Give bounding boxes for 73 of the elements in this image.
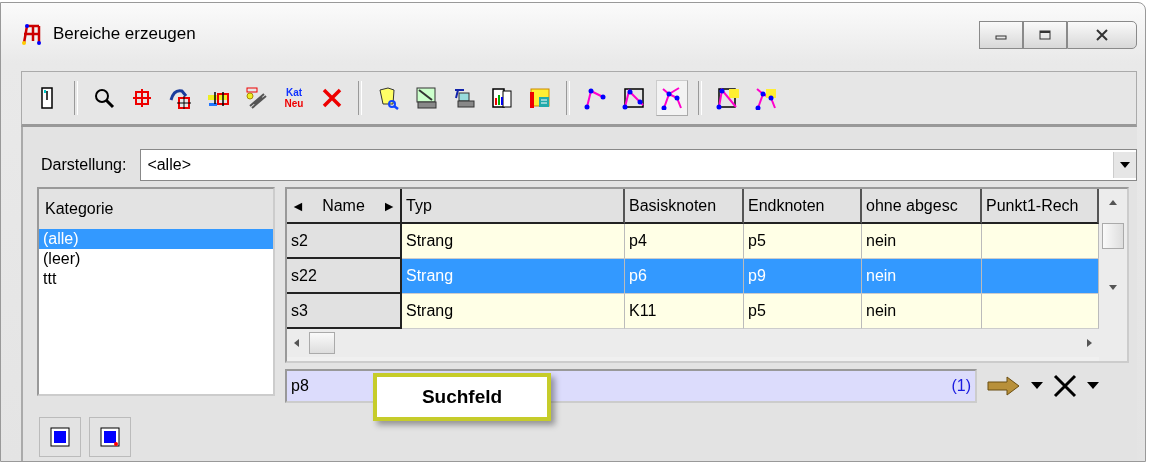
printer-icon <box>414 86 438 110</box>
search-icon <box>92 86 116 110</box>
branch-icon <box>754 86 778 110</box>
table-cell: nein <box>862 259 982 294</box>
category-item[interactable]: (leer) <box>39 249 273 269</box>
scroll-down-icon[interactable] <box>1108 285 1118 291</box>
polyline-icon <box>584 86 608 110</box>
scroll-left-icon[interactable] <box>293 338 301 348</box>
maximize-button[interactable] <box>1023 21 1067 49</box>
name-column-header[interactable]: ◄ Name ► <box>287 189 402 224</box>
column-header[interactable]: Endknoten <box>744 189 862 224</box>
table-cell: p4 <box>625 224 744 259</box>
arrow-right-icon[interactable] <box>987 375 1021 397</box>
table-cell: nein <box>862 294 982 329</box>
table-cell: K11 <box>625 294 744 329</box>
view-toggle-button[interactable] <box>89 417 131 457</box>
result-count: (1) <box>951 377 971 395</box>
polygon-icon <box>622 86 646 110</box>
table-row[interactable]: s22 Strang p6 p9 nein <box>287 259 1099 294</box>
square-icon <box>100 427 120 447</box>
delete-icon <box>320 86 344 110</box>
polygon-icon <box>716 86 740 110</box>
minimize-button[interactable] <box>979 21 1023 49</box>
table-cell: p5 <box>744 224 862 259</box>
table-cell: Strang <box>402 259 625 294</box>
table-cell: p6 <box>625 259 744 294</box>
vertical-scrollbar[interactable] <box>1099 189 1127 361</box>
caret-icon <box>1120 162 1130 168</box>
previous-column-button[interactable]: ◄ <box>291 197 305 214</box>
app-icon <box>21 23 43 45</box>
branch-icon <box>660 86 684 110</box>
column-header[interactable]: Punkt1-Rech <box>982 189 1099 224</box>
window-title: Bereiche erzeugen <box>53 24 196 44</box>
row-header[interactable]: s22 <box>287 259 402 294</box>
close-button[interactable] <box>1067 21 1137 49</box>
tool-icon <box>376 86 400 110</box>
scrollbar-thumb[interactable] <box>1102 223 1124 249</box>
view-toggle-button[interactable] <box>39 417 81 457</box>
next-column-button[interactable]: ► <box>382 197 396 214</box>
horizontal-scrollbar[interactable] <box>287 329 1099 357</box>
table-cell: nein <box>862 224 982 259</box>
table-cell: p5 <box>744 294 862 329</box>
square-icon <box>50 427 70 447</box>
close-icon[interactable] <box>1053 374 1077 398</box>
crosshair-icon <box>130 86 154 110</box>
caret-icon[interactable] <box>1087 382 1099 390</box>
table-row[interactable]: s2 Strang p4 p5 nein <box>287 224 1099 259</box>
scroll-right-icon[interactable] <box>1085 338 1093 348</box>
column-header[interactable]: Typ <box>402 189 625 224</box>
column-header[interactable]: ohne abgesc <box>862 189 982 224</box>
display-label: Darstellung: <box>41 156 127 174</box>
printer-icon <box>452 86 476 110</box>
column-header-label: Name <box>322 196 365 215</box>
toolbar-button[interactable] <box>656 80 688 116</box>
caret-icon[interactable] <box>1031 382 1043 390</box>
maximize-icon <box>1039 30 1051 40</box>
curve-icon <box>168 86 192 110</box>
row-header[interactable]: s3 <box>287 294 402 329</box>
scroll-up-icon[interactable] <box>1108 199 1118 205</box>
category-header: Kategorie <box>39 189 273 229</box>
table-cell: Strang <box>402 224 625 259</box>
table-cell: Strang <box>402 294 625 329</box>
callout-tooltip: Suchfeld <box>373 373 551 421</box>
display-dropdown[interactable]: <alle> <box>140 149 1137 181</box>
column-header[interactable]: Basisknoten <box>625 189 744 224</box>
row-header[interactable]: s2 <box>287 224 402 259</box>
table-row[interactable]: s3 Strang K11 p5 nein <box>287 294 1099 329</box>
chart-icon <box>490 86 514 110</box>
category-item[interactable]: ttt <box>39 269 273 289</box>
close-icon <box>1095 29 1109 41</box>
new-category-button[interactable]: Kat Neu <box>278 80 310 116</box>
scrollbar-thumb[interactable] <box>309 332 335 354</box>
table-cell: p9 <box>744 259 862 294</box>
